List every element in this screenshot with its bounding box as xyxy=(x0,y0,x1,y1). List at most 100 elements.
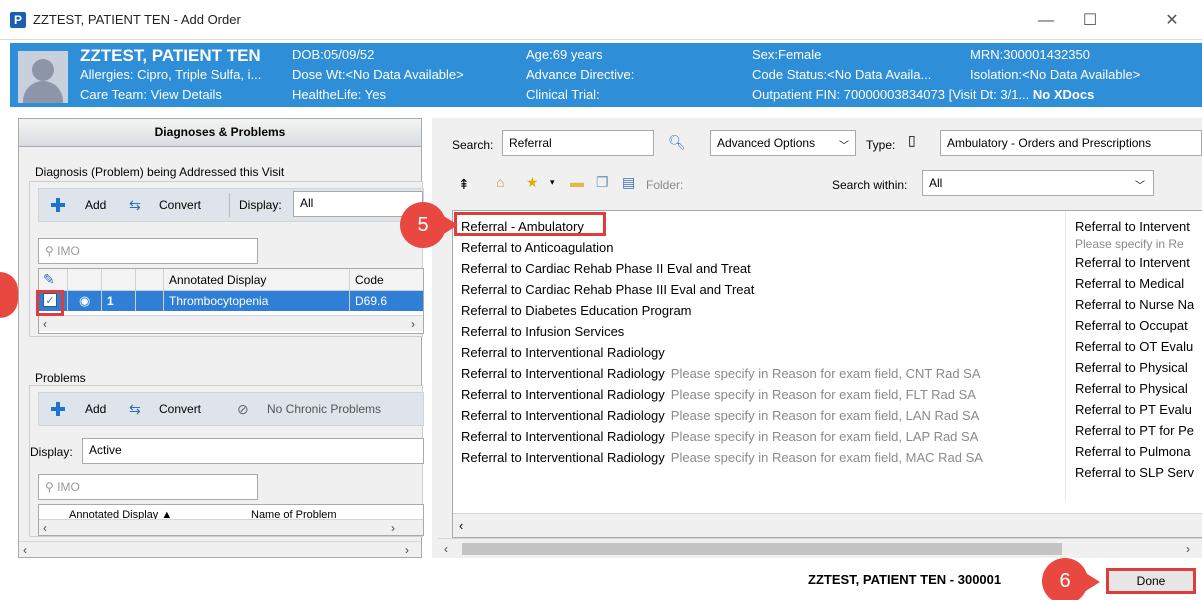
scroll-right-arrow[interactable]: › xyxy=(411,317,415,331)
results-hscroll[interactable]: ‹ xyxy=(453,513,1202,537)
type-dropdown[interactable]: Ambulatory - Orders and Prescriptions xyxy=(940,130,1202,156)
list-item[interactable]: Referral to OT Evalu xyxy=(1075,339,1193,354)
star-icon[interactable]: ★ xyxy=(526,174,539,190)
mrn: MRN:300001432350 xyxy=(970,47,1090,62)
row-display: Thrombocytopenia xyxy=(169,294,269,308)
scroll-left-arrow[interactable]: ‹ xyxy=(43,521,47,535)
problems-grid-hscroll[interactable]: ‹ › xyxy=(39,519,423,535)
search-within-select[interactable]: All ﹀ xyxy=(922,170,1154,196)
search-within-label: Search within: xyxy=(832,178,908,192)
grid-header: ✎ Annotated Display Code xyxy=(39,269,423,291)
annotate-icon[interactable]: ✎ xyxy=(43,271,55,288)
problems-display-select[interactable]: Active xyxy=(82,438,424,464)
outpatient-fin: Outpatient FIN: 70000003834073 [Visit Dt… xyxy=(752,87,1094,102)
imo-search-input[interactable]: ⚲ IMO xyxy=(38,238,258,264)
list-item[interactable]: Referral to Interventional Radiology Plea… xyxy=(461,366,981,381)
scroll-right-arrow[interactable]: › xyxy=(1186,542,1190,556)
list-item[interactable]: Referral to Interventional Radiology Plea… xyxy=(461,387,976,402)
list-item[interactable]: Referral to Infusion Services xyxy=(461,324,624,339)
list-item[interactable]: Referral to Interventional Radiology Plea… xyxy=(461,429,978,444)
list-item[interactable]: Referral to Physical xyxy=(1075,381,1188,396)
minimize-button[interactable]: — xyxy=(1026,8,1066,34)
isolation: Isolation:<No Data Available> xyxy=(970,67,1141,82)
list-item[interactable]: Referral to Intervent xyxy=(1075,219,1190,234)
magnifier-icon[interactable]: 🔍︎ xyxy=(668,134,686,150)
no-chronic-problems-button[interactable]: No Chronic Problems xyxy=(267,402,381,416)
search-input[interactable]: Referral xyxy=(502,130,654,156)
search-within-value: All xyxy=(929,176,943,190)
col-code[interactable]: Code xyxy=(355,273,384,287)
diagnoses-problems-pane: Diagnoses & Problems Diagnosis (Problem)… xyxy=(18,118,424,558)
list-item[interactable]: Referral to Interventional Radiology xyxy=(461,345,665,360)
list-item[interactable]: Referral to Intervent xyxy=(1075,255,1190,270)
list-item[interactable]: Referral to Interventional Radiology Plea… xyxy=(461,408,979,423)
search-label: Search: xyxy=(452,138,494,152)
list-item[interactable]: Referral to Medical xyxy=(1075,276,1184,291)
scroll-thumb[interactable] xyxy=(462,543,1062,555)
convert-problem-button[interactable]: Convert xyxy=(159,402,201,416)
left-pane-hscroll[interactable]: ‹ › xyxy=(19,541,421,557)
window-title: ZZTEST, PATIENT TEN - Add Order xyxy=(33,12,241,27)
right-pane-hscroll[interactable]: ‹ › xyxy=(438,538,1202,558)
no-chronic-icon: ⊘ xyxy=(237,401,249,417)
add-problem-button[interactable]: Add xyxy=(85,402,106,416)
up-folder-icon[interactable]: ⇞ xyxy=(458,176,470,192)
list-item[interactable]: Referral to Nurse Na xyxy=(1075,297,1194,312)
scroll-left-arrow[interactable]: ‹ xyxy=(459,518,463,533)
convert-diagnosis-button[interactable]: Convert xyxy=(159,198,201,212)
list-item[interactable]: Referral to Occupat xyxy=(1075,318,1188,333)
scroll-right-arrow[interactable]: › xyxy=(391,521,395,535)
diagnosis-grid-hscroll[interactable]: ‹ › xyxy=(39,315,423,331)
clinical-trial: Clinical Trial: xyxy=(526,87,600,102)
list-item[interactable]: Referral to Interventional Radiology Plea… xyxy=(461,450,983,465)
row-number: 1 xyxy=(107,294,114,308)
scroll-left-arrow[interactable]: ‹ xyxy=(444,542,448,556)
patient-name: ZZTEST, PATIENT TEN xyxy=(80,46,261,65)
list-item[interactable]: Referral to SLP Serv xyxy=(1075,465,1194,480)
scroll-right-arrow[interactable]: › xyxy=(405,543,409,557)
row-code: D69.6 xyxy=(355,294,388,308)
allergies[interactable]: Allergies: Cipro, Triple Sulfa, i... xyxy=(80,67,261,82)
callout-left xyxy=(0,272,18,318)
list-item[interactable]: Referral to Pulmona xyxy=(1075,444,1191,459)
healthelife: HealtheLife: Yes xyxy=(292,87,386,102)
done-button[interactable]: Done xyxy=(1106,568,1196,594)
advanced-options-dropdown[interactable]: Advanced Options ﹀ xyxy=(710,130,856,156)
folder-icon[interactable]: ▬ xyxy=(570,174,584,190)
add-icon xyxy=(51,402,65,416)
maximize-button[interactable]: ☐ xyxy=(1070,8,1110,34)
problems-imo-search-input[interactable]: ⚲ IMO xyxy=(38,474,258,500)
display-label: Display: xyxy=(239,198,282,212)
care-team-link[interactable]: Care Team: View Details xyxy=(80,87,222,102)
convert-icon: ⇆ xyxy=(129,197,141,213)
convert-icon: ⇆ xyxy=(129,401,141,417)
list-item[interactable]: Referral to Anticoagulation xyxy=(461,240,613,255)
problems-grid: Annotated Display ▲ Name of Problem ‹ › xyxy=(38,504,424,536)
list-item[interactable]: Referral to PT for Pe xyxy=(1075,423,1194,438)
add-diagnosis-button[interactable]: Add xyxy=(85,198,106,212)
close-button[interactable]: ✕ xyxy=(1152,8,1192,34)
list-item-detail: Please specify in Re xyxy=(1075,237,1184,251)
list-item[interactable]: Referral to Cardiac Rehab Phase III Eval… xyxy=(461,282,754,297)
list-item[interactable]: Referral to Cardiac Rehab Phase II Eval … xyxy=(461,261,751,276)
list-item[interactable]: Referral to Diabetes Education Program xyxy=(461,303,692,318)
home-icon[interactable]: ⌂ xyxy=(496,174,504,190)
no-xdocs[interactable]: No XDocs xyxy=(1033,87,1094,102)
diagnosis-toolbar: Add ⇆ Convert Display: All xyxy=(38,188,424,222)
status-patient-name: ZZTEST, PATIENT TEN - 300001 xyxy=(808,572,1002,587)
star-dropdown-icon[interactable]: ▾ xyxy=(550,174,555,190)
copy-icon[interactable]: ❐ xyxy=(596,174,609,190)
scroll-left-arrow[interactable]: ‹ xyxy=(43,317,47,331)
problems-display-label: Display: xyxy=(30,445,73,459)
list-item[interactable]: Referral to PT Evalu xyxy=(1075,402,1192,417)
col-annotated-display[interactable]: Annotated Display xyxy=(169,273,266,287)
diagnosis-group-label: Diagnosis (Problem) being Addressed this… xyxy=(35,165,285,179)
problems-toolbar: Add ⇆ Convert ⊘ No Chronic Problems xyxy=(38,392,424,426)
code-status: Code Status:<No Data Availa... xyxy=(752,67,932,82)
list-view-icon[interactable]: ▤ xyxy=(622,174,635,190)
list-item[interactable]: Referral to Physical xyxy=(1075,360,1188,375)
window-title-bar: P ZZTEST, PATIENT TEN - Add Order — ☐ ✕ xyxy=(0,0,1202,40)
add-icon xyxy=(51,198,65,212)
scroll-left-arrow[interactable]: ‹ xyxy=(23,543,27,557)
table-row[interactable]: ✓ ◉ 1 Thrombocytopenia D69.6 xyxy=(39,291,423,311)
